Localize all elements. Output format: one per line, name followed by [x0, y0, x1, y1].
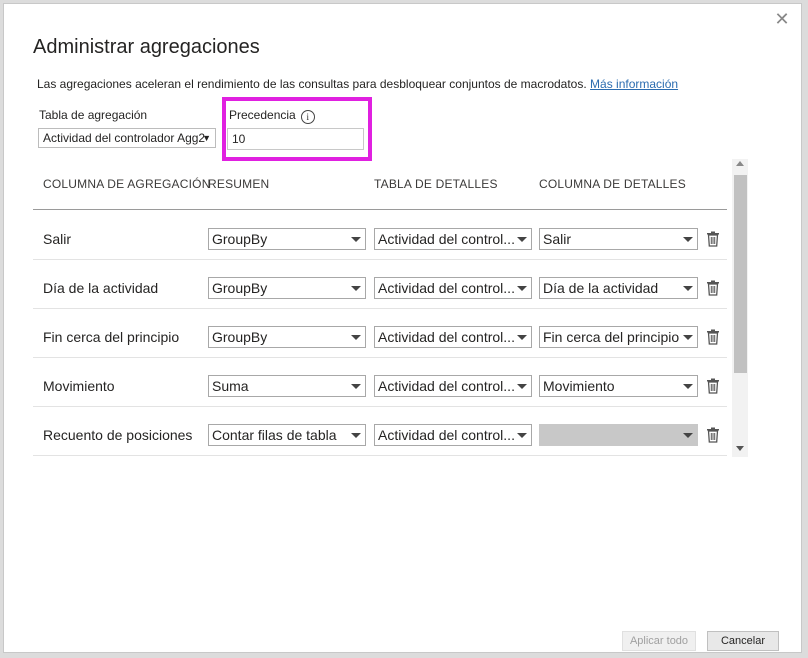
trash-icon[interactable]	[706, 280, 720, 296]
detail-column-dropdown[interactable]: Día de la actividad	[539, 277, 698, 299]
detail-table-dropdown-value: Actividad del control...	[378, 231, 515, 247]
summary-dropdown-value: Suma	[212, 378, 249, 394]
header-divider	[33, 209, 727, 210]
chevron-down-icon	[683, 335, 693, 340]
detail-table-dropdown-value: Actividad del control...	[378, 280, 515, 296]
chevron-down-icon	[351, 237, 361, 242]
detail-column-dropdown-value: Día de la actividad	[543, 280, 659, 296]
dialog-description: Las agregaciones aceleran el rendimiento…	[37, 77, 678, 91]
detail-column-dropdown-value: Salir	[543, 231, 572, 247]
summary-dropdown[interactable]: Contar filas de tabla	[208, 424, 366, 446]
cancel-button[interactable]: Cancelar	[707, 631, 779, 651]
more-info-link[interactable]: Más información	[590, 77, 678, 91]
row-aggregation-column-name: Recuento de posiciones	[43, 427, 193, 443]
header-detail-column: COLUMNA DE DETALLES	[539, 177, 686, 191]
chevron-down-icon	[683, 433, 693, 438]
chevron-down-icon	[517, 335, 527, 340]
detail-table-dropdown[interactable]: Actividad del control...	[374, 375, 532, 397]
chevron-down-icon	[683, 384, 693, 389]
chevron-down-icon: ▼	[202, 133, 211, 143]
aggregation-table-label: Tabla de agregación	[39, 108, 148, 122]
trash-icon[interactable]	[706, 329, 720, 345]
manage-aggregations-dialog: ✕ Administrar agregaciones Las agregacio…	[3, 3, 802, 653]
table-row: Movimiento Suma Actividad del control... Mo…	[33, 358, 727, 407]
chevron-down-icon	[517, 433, 527, 438]
chevron-down-icon	[351, 384, 361, 389]
aggregation-table-select[interactable]: Actividad del controlador Agg2 ▼	[38, 128, 216, 148]
detail-column-dropdown[interactable]: Fin cerca del principio	[539, 326, 698, 348]
trash-icon[interactable]	[706, 427, 720, 443]
close-icon[interactable]: ✕	[773, 10, 791, 28]
summary-dropdown-value: GroupBy	[212, 329, 268, 345]
chevron-down-icon	[517, 384, 527, 389]
row-aggregation-column-name: Fin cerca del principio	[43, 329, 180, 345]
chevron-down-icon	[683, 286, 693, 291]
chevron-down-icon	[351, 335, 361, 340]
scrollbar-thumb[interactable]	[734, 175, 747, 373]
detail-table-dropdown[interactable]: Actividad del control...	[374, 277, 532, 299]
header-summary: RESUMEN	[208, 177, 270, 191]
detail-table-dropdown-value: Actividad del control...	[378, 427, 515, 443]
summary-dropdown-value: GroupBy	[212, 280, 268, 296]
detail-column-dropdown[interactable]	[539, 424, 698, 446]
detail-table-dropdown[interactable]: Actividad del control...	[374, 228, 532, 250]
description-text: Las agregaciones aceleran el rendimiento…	[37, 77, 587, 91]
apply-all-button[interactable]: Aplicar todo	[622, 631, 696, 651]
table-row: Salir GroupBy Actividad del control... Sali…	[33, 211, 727, 260]
aggregation-table-value: Actividad del controlador Agg2	[43, 131, 206, 145]
chevron-down-icon	[683, 237, 693, 242]
table-row: Día de la actividad GroupBy Actividad del …	[33, 260, 727, 309]
precedence-label-wrap: Precedencia i	[229, 108, 315, 124]
precedence-input[interactable]: 10	[227, 128, 364, 150]
chevron-down-icon	[517, 237, 527, 242]
detail-column-dropdown-value: Movimiento	[543, 378, 615, 394]
row-aggregation-column-name: Día de la actividad	[43, 280, 159, 296]
scroll-up-arrow-icon[interactable]	[736, 161, 744, 166]
row-aggregation-column-name: Movimiento	[43, 378, 115, 394]
precedence-label: Precedencia	[229, 108, 296, 122]
chevron-down-icon	[351, 433, 361, 438]
table-row: Fin cerca del principio GroupBy Actividad …	[33, 309, 727, 358]
summary-dropdown[interactable]: GroupBy	[208, 326, 366, 348]
summary-dropdown[interactable]: Suma	[208, 375, 366, 397]
header-aggregation-column: COLUMNA DE AGREGACIÓN	[43, 177, 211, 191]
chevron-down-icon	[351, 286, 361, 291]
detail-table-dropdown[interactable]: Actividad del control...	[374, 326, 532, 348]
detail-table-dropdown-value: Actividad del control...	[378, 378, 515, 394]
detail-column-dropdown[interactable]: Movimiento	[539, 375, 698, 397]
summary-dropdown-value: Contar filas de tabla	[212, 427, 337, 443]
trash-icon[interactable]	[706, 231, 720, 247]
detail-table-dropdown-value: Actividad del control...	[378, 329, 515, 345]
row-aggregation-column-name: Salir	[43, 231, 72, 247]
chevron-down-icon	[517, 286, 527, 291]
detail-column-dropdown-value: Fin cerca del principio	[543, 329, 680, 345]
table-row: Recuento de posiciones Contar filas de ta…	[33, 407, 727, 456]
detail-table-dropdown[interactable]: Actividad del control...	[374, 424, 532, 446]
scroll-down-arrow-icon[interactable]	[736, 446, 744, 451]
detail-column-dropdown[interactable]: Salir	[539, 228, 698, 250]
dialog-title: Administrar agregaciones	[33, 36, 260, 58]
summary-dropdown[interactable]: GroupBy	[208, 277, 366, 299]
header-detail-table: TABLA DE DETALLES	[374, 177, 498, 191]
info-icon[interactable]: i	[300, 110, 315, 124]
summary-dropdown-value: GroupBy	[212, 231, 268, 247]
trash-icon[interactable]	[706, 378, 720, 394]
summary-dropdown[interactable]: GroupBy	[208, 228, 366, 250]
